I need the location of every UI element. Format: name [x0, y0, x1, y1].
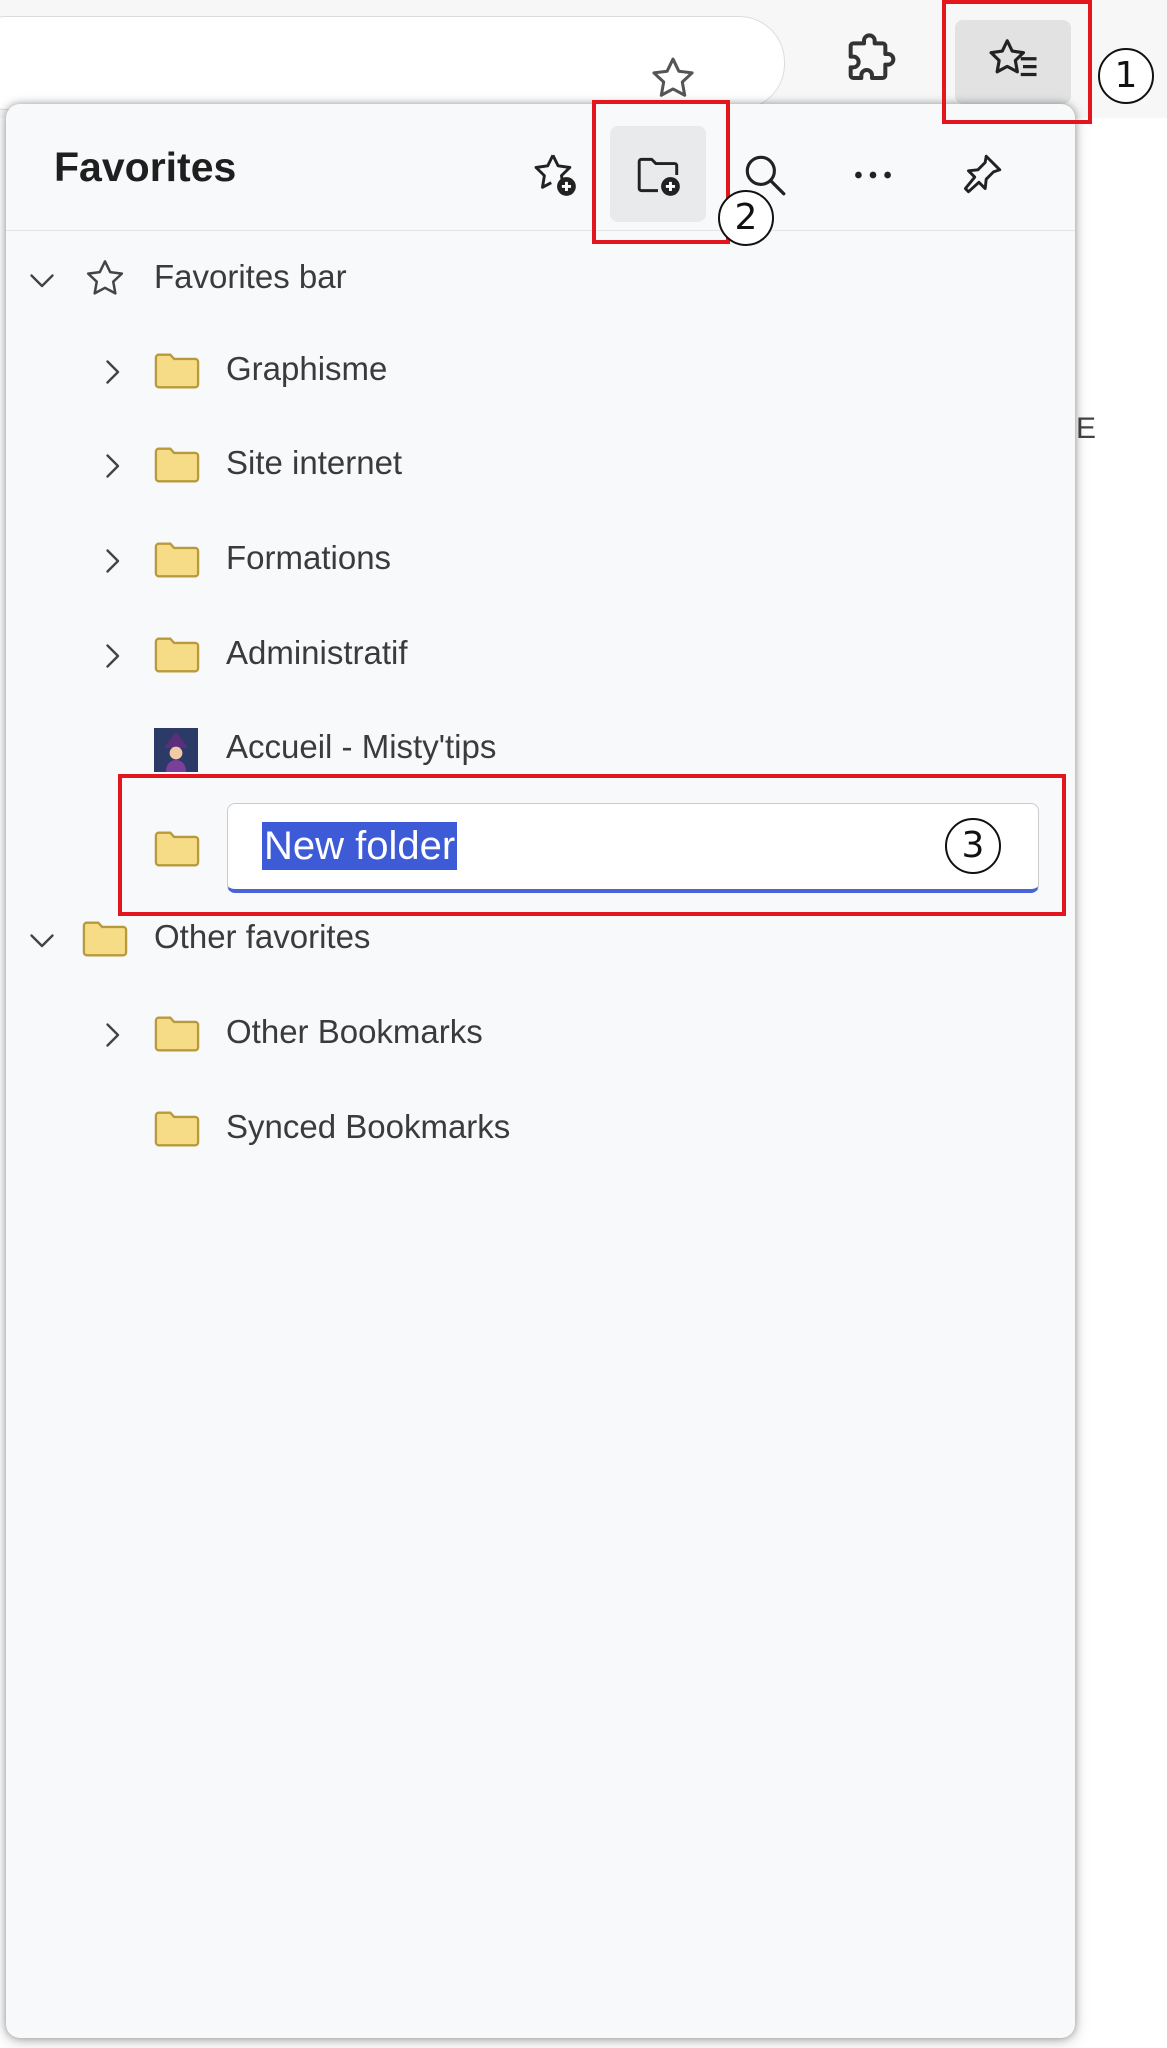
- chevron-right-icon[interactable]: [94, 354, 130, 390]
- tree-item-administratif[interactable]: Administratif: [6, 610, 1075, 702]
- tree-item-site-internet[interactable]: Site internet: [6, 420, 1075, 512]
- panel-title: Favorites: [54, 144, 237, 190]
- more-horizontal-icon: [855, 171, 891, 179]
- folder-icon: [154, 353, 200, 389]
- folder-icon: [154, 637, 200, 673]
- star-icon: [86, 260, 124, 295]
- tree-item-label: Favorites bar: [154, 258, 347, 295]
- tree-item-label: Synced Bookmarks: [226, 1108, 511, 1145]
- tree-item-label: Graphisme: [226, 350, 388, 387]
- annotation-badge-3: 3: [945, 818, 1001, 874]
- chevron-down-icon[interactable]: [24, 922, 60, 958]
- tree-item-formations[interactable]: Formations: [6, 515, 1075, 607]
- folder-icon: [82, 921, 128, 957]
- callout-box-2: [592, 100, 730, 244]
- folder-icon: [154, 1016, 200, 1052]
- favorites-panel: Favorites Favorites bar Graphisme Site i…: [6, 104, 1075, 2038]
- folder-icon: [154, 542, 200, 578]
- site-favicon-icon: [154, 728, 198, 772]
- tree-item-label: Accueil - Misty'tips: [226, 728, 497, 765]
- pin-panel-button[interactable]: [932, 126, 1028, 222]
- callout-box-1: [942, 0, 1092, 124]
- page-text-fragment: E: [1076, 412, 1097, 445]
- tree-item-label: Other Bookmarks: [226, 1013, 483, 1050]
- page-background: [1075, 118, 1167, 2048]
- folder-icon: [154, 447, 200, 483]
- annotation-badge-2: 2: [718, 190, 774, 246]
- callout-box-3: [118, 774, 1066, 916]
- tree-item-favorites-bar[interactable]: Favorites bar: [6, 234, 1075, 326]
- panel-header: Favorites: [6, 104, 1075, 231]
- chevron-right-icon[interactable]: [94, 543, 130, 579]
- tree-item-label: Other favorites: [154, 918, 371, 955]
- extensions-puzzle-icon[interactable]: [840, 30, 904, 94]
- chevron-right-icon[interactable]: [94, 1017, 130, 1053]
- tree-item-label: Formations: [226, 539, 392, 576]
- annotation-badge-1: 1: [1098, 48, 1154, 104]
- tree-item-label: Site internet: [226, 444, 403, 481]
- tree-item-other-bookmarks[interactable]: Other Bookmarks: [6, 989, 1075, 1081]
- add-favorite-button[interactable]: [506, 126, 602, 222]
- chevron-right-icon[interactable]: [94, 638, 130, 674]
- tree-item-synced-bookmarks[interactable]: Synced Bookmarks: [6, 1084, 1075, 1176]
- star-plus-icon: [534, 154, 576, 196]
- tree-item-label: Administratif: [226, 634, 408, 671]
- address-bar[interactable]: [0, 16, 785, 110]
- tree-item-graphisme[interactable]: Graphisme: [6, 326, 1075, 418]
- chevron-right-icon[interactable]: [94, 448, 130, 484]
- chevron-down-icon[interactable]: [24, 262, 60, 298]
- more-options-button[interactable]: [824, 126, 920, 222]
- pin-icon: [963, 154, 1002, 194]
- favorite-star-icon[interactable]: [647, 53, 699, 105]
- folder-icon: [154, 1111, 200, 1147]
